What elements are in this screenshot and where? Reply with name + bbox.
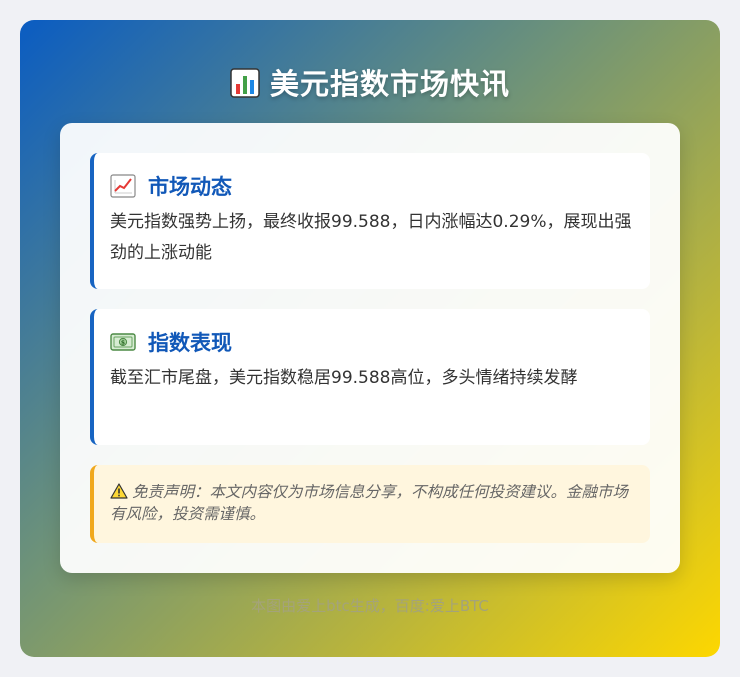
warning-icon (110, 483, 128, 499)
page-title-text: 美元指数市场快讯 (269, 67, 510, 101)
content-panel: 市场动态 美元指数强势上扬，最终收报99.588，日内涨幅达0.29%，展现出强… (60, 123, 680, 573)
index-performance-section: $ 指数表现 截至汇市尾盘，美元指数稳居99.588高位，多头情绪持续发酵 (90, 309, 650, 445)
dollar-bill-icon: $ (110, 333, 136, 351)
bar-chart-icon (230, 68, 260, 98)
disclaimer-text: 免责声明：本文内容仅为市场信息分享，不构成任何投资建议。金融市场有风险，投资需谨… (110, 483, 629, 523)
trending-up-icon (110, 174, 136, 198)
section-heading-text: 指数表现 (148, 331, 232, 355)
section-heading-text: 市场动态 (148, 175, 232, 199)
market-dynamics-section: 市场动态 美元指数强势上扬，最终收报99.588，日内涨幅达0.29%，展现出强… (90, 153, 650, 289)
section-heading: 市场动态 (110, 171, 634, 201)
news-card: 美元指数市场快讯 市场动态 美元指数强势上扬，最终收报99.588，日内涨幅达0… (20, 20, 720, 657)
footer-credit: 本图由爱上btc生成，百度:爱上BTC (251, 597, 489, 615)
page-title: 美元指数市场快讯 (20, 64, 720, 104)
disclaimer-box: 免责声明：本文内容仅为市场信息分享，不构成任何投资建议。金融市场有风险，投资需谨… (90, 465, 650, 543)
section-body: 截至汇市尾盘，美元指数稳居99.588高位，多头情绪持续发酵 (110, 368, 578, 388)
section-heading: $ 指数表现 (110, 327, 634, 357)
svg-text:$: $ (121, 340, 125, 347)
section-body: 美元指数强势上扬，最终收报99.588，日内涨幅达0.29%，展现出强劲的上涨动… (110, 212, 632, 263)
